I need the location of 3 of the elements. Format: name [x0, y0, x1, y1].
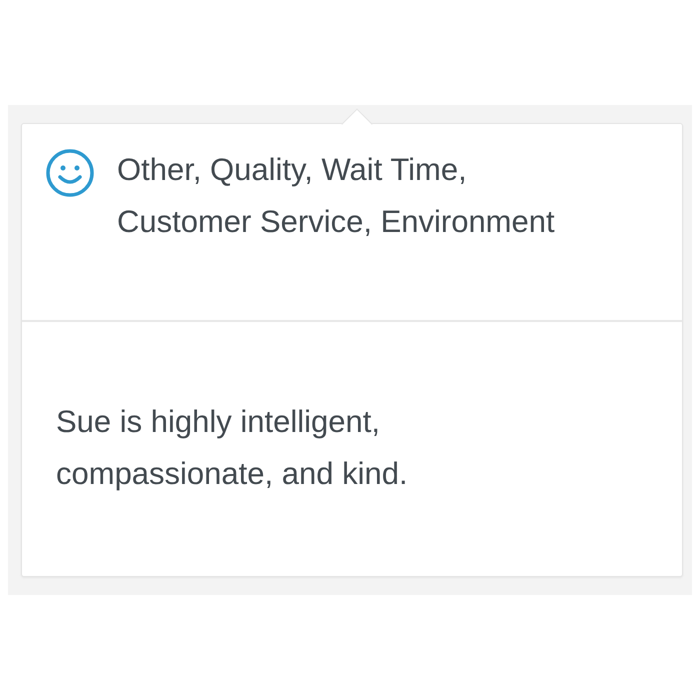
- category-list: Other, Quality, Wait Time, Customer Service, Environment: [117, 144, 587, 296]
- smiley-icon: [45, 148, 95, 198]
- comment-text: Sue is highly intelligent, compassionate, and kind.: [56, 403, 409, 493]
